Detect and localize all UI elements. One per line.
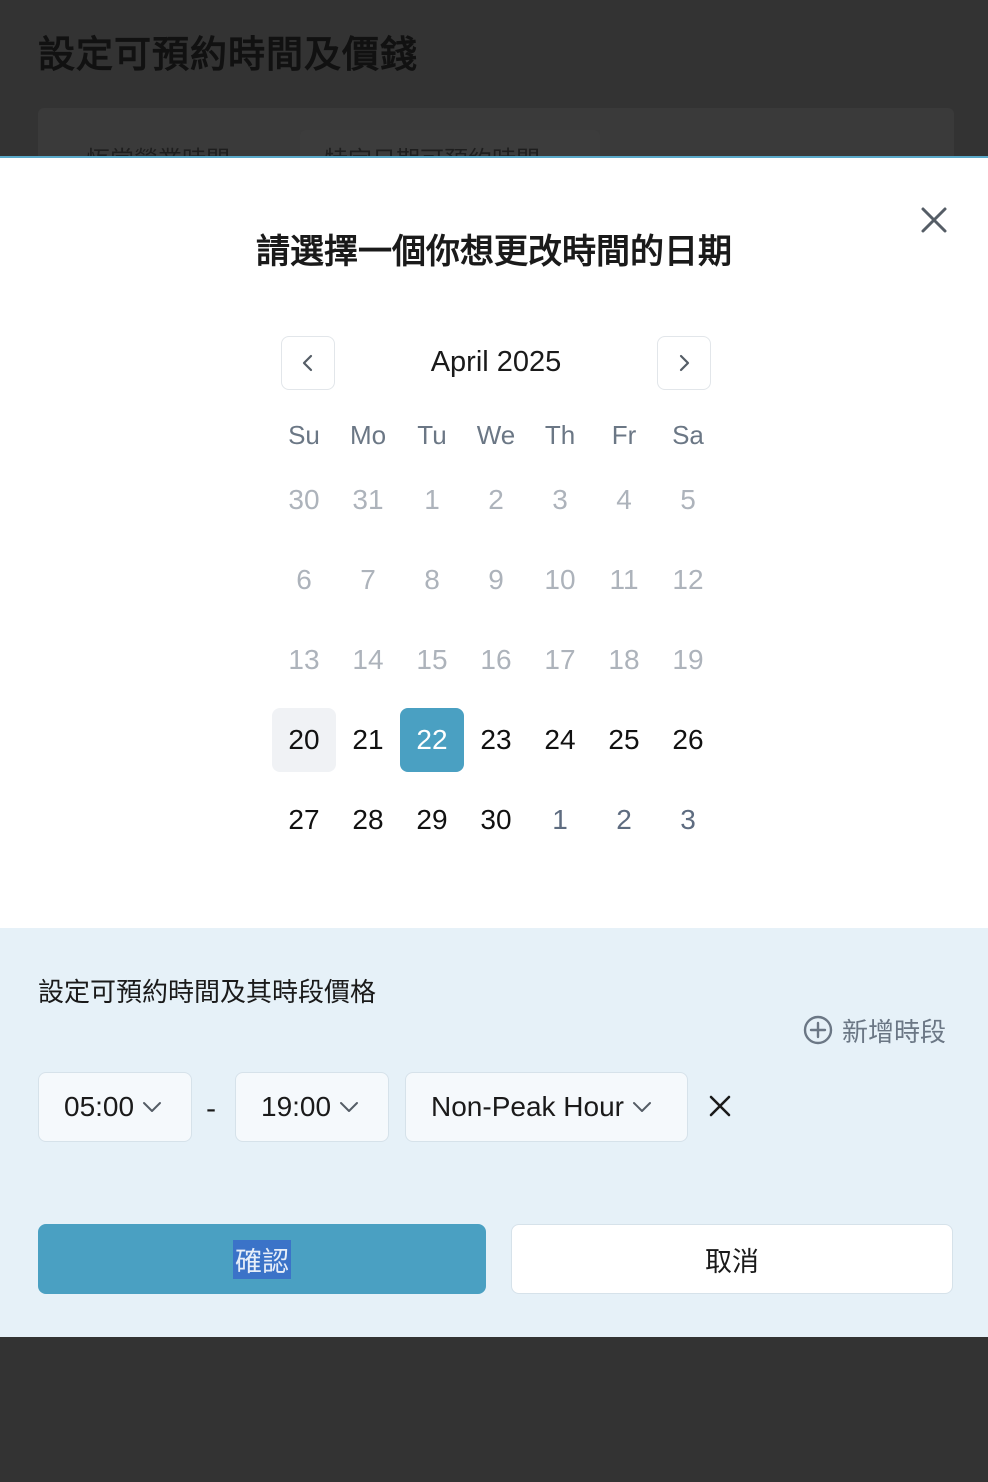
calendar-day[interactable]: 26 [656,708,720,772]
add-slot-label: 新增時段 [842,1017,947,1048]
close-icon [921,207,947,233]
weekday-label: Th [544,420,576,450]
calendar-day: 7 [360,564,376,595]
chevron-right-icon [679,354,690,372]
end-time-value: 19:00 [261,1091,332,1122]
remove-slot-button[interactable] [706,1092,734,1120]
calendar-day: 6 [296,564,312,595]
calendar-day: 3 [552,484,568,515]
chevron-down-icon [142,1100,162,1114]
calendar-day: 16 [480,644,512,675]
calendar-grid: 30 31 1 2 3 4 5 6 7 8 9 10 11 12 13 14 1… [272,468,720,868]
plus-circle-icon [803,1015,833,1045]
calendar-day: 30 [288,484,320,515]
weekday-label: Mo [349,420,387,450]
time-separator: - [206,1092,217,1125]
start-time-select[interactable]: 05:00 [38,1072,192,1142]
confirm-label: 確認 [233,1239,291,1279]
calendar-day: 1 [424,484,440,515]
time-slot-panel: 設定可預約時間及其時段價格 新增時段 05:00 - 19:00 Non-Pea… [0,928,988,1337]
tab-specific-dates: 特定日期可預約時間 [300,130,600,158]
calendar-day: 12 [672,564,704,595]
next-month-button[interactable] [657,336,711,390]
weekday-label: We [476,420,516,450]
calendar-day[interactable]: 27 [272,788,336,852]
price-type-value: Non-Peak Hour [431,1091,624,1122]
background-page: 設定可預約時間及價錢 恆常營業時間 特定日期可預約時間 [0,0,988,158]
page-title: 設定可預約時間及價錢 [38,33,418,76]
close-icon [709,1095,731,1117]
calendar-day: 5 [680,484,696,515]
calendar-day: 17 [544,644,576,675]
prev-month-button[interactable] [281,336,335,390]
start-time-value: 05:00 [64,1091,135,1122]
calendar-day[interactable]: 24 [528,708,592,772]
calendar-day[interactable]: 28 [336,788,400,852]
weekday-label: Su [288,420,320,450]
calendar-day: 13 [288,644,320,675]
calendar-day: 10 [544,564,576,595]
calendar-day: 15 [416,644,448,675]
calendar-day-next-month[interactable]: 3 [656,788,720,852]
price-type-select[interactable]: Non-Peak Hour [405,1072,688,1142]
calendar-day-selected[interactable]: 22 [400,708,464,772]
calendar-day: 19 [672,644,704,675]
confirm-button[interactable]: 確認 [38,1224,486,1294]
end-time-select[interactable]: 19:00 [235,1072,389,1142]
calendar-day: 8 [424,564,440,595]
calendar-day[interactable]: 25 [592,708,656,772]
close-button[interactable] [914,200,954,240]
slot-section-title: 設定可預約時間及其時段價格 [38,978,377,1008]
calendar-day: 2 [488,484,504,515]
month-label: April 2025 [430,346,562,378]
calendar-day: 18 [608,644,640,675]
calendar-day[interactable]: 23 [464,708,528,772]
cancel-button[interactable]: 取消 [511,1224,953,1294]
chevron-left-icon [302,354,313,372]
date-picker-modal: 請選擇一個你想更改時間的日期 April 2025 Su Mo Tu We Th… [0,156,988,1337]
calendar-day: 31 [352,484,384,515]
calendar-day-today[interactable]: 20 [272,708,336,772]
weekday-label: Tu [417,420,447,450]
calendar-day-next-month[interactable]: 2 [592,788,656,852]
chevron-down-icon [339,1100,359,1114]
calendar-day[interactable]: 21 [336,708,400,772]
weekday-label: Sa [672,420,704,450]
cancel-label: 取消 [705,1246,759,1278]
calendar-day[interactable]: 29 [400,788,464,852]
modal-title: 請選擇一個你想更改時間的日期 [256,232,732,272]
weekday-header: Su Mo Tu We Th Fr Sa [272,420,720,451]
chevron-down-icon [632,1100,652,1114]
calendar-day: 4 [616,484,632,515]
calendar-day-next-month[interactable]: 1 [528,788,592,852]
calendar-day[interactable]: 30 [464,788,528,852]
add-slot-button[interactable]: 新增時段 [802,1012,946,1048]
calendar-day: 11 [609,564,639,595]
calendar-day: 14 [352,644,384,675]
weekday-label: Fr [611,420,637,450]
calendar-day: 9 [488,564,504,595]
